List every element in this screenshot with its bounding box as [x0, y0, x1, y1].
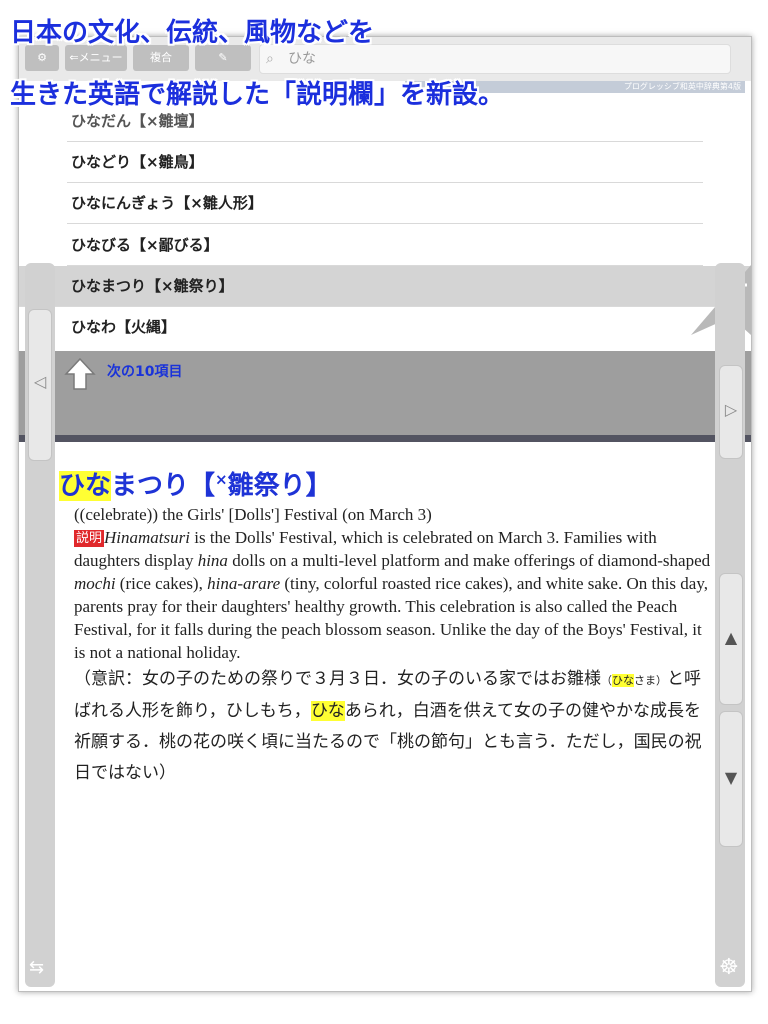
translation-text: （意訳：女の子のための祭りで３月３日．女の子のいる家ではお雛様 [74, 669, 601, 689]
triangle-up-icon: ▲ [724, 628, 738, 647]
scroll-up-button[interactable]: ▲ [719, 573, 743, 705]
list-item[interactable]: ひなにんぎょう【×雛人形】 [67, 183, 703, 224]
arrow-up-icon [64, 357, 96, 390]
headword-cross: × [215, 470, 228, 489]
reading-highlight: ひな [612, 674, 634, 687]
list-item[interactable]: ひなびる【×鄙びる】 [67, 225, 703, 266]
exp-term: hina-arare [207, 574, 281, 593]
list-item[interactable]: ひなわ【火縄】 [67, 307, 703, 348]
headword-kanji: 雛祭り】 [227, 471, 332, 501]
entry-translation: （意訳：女の子のための祭りで３月３日．女の子のいる家ではお雛様（ひなさま）と呼ば… [74, 664, 714, 789]
list-item-selected[interactable]: ひなまつり【×雛祭り】 [19, 266, 751, 307]
exp-text: (rice cakes), [115, 574, 208, 593]
entry-headword: ひなまつり【×雛祭り】 [59, 465, 332, 502]
promo-caption-line1: 日本の文化、伝統、風物などを [10, 18, 375, 48]
reading-note: さま） [634, 674, 667, 687]
translation-highlight: ひな [310, 701, 345, 721]
headword-text: まつり【 [111, 471, 216, 501]
app-window: ⚙ ⇐メニュー 複合 ✎ ⌕ ひな プログレッシブ和英中辞典第4版 ひなだん【×… [18, 36, 752, 992]
exp-term: mochi [74, 574, 116, 593]
chevron-left-icon: ◁ [33, 372, 47, 391]
gear-icon: ⚙ [37, 51, 47, 64]
list-item[interactable]: ひなどり【×雛鳥】 [67, 142, 703, 183]
next-page-button[interactable]: ▷ [719, 365, 743, 459]
entry-body: ((celebrate)) the Girls' [Dolls'] Festiv… [74, 503, 714, 789]
chevron-right-icon: ▷ [724, 400, 738, 419]
pen-icon: ✎ [218, 51, 228, 64]
promo-caption-line2: 生きた英語で解説した「説明欄」を新設。 [10, 80, 505, 110]
reading-note: （ [601, 674, 612, 687]
headword-highlight: ひな [59, 471, 112, 501]
previous-page-button[interactable]: ◁ [28, 309, 52, 461]
entry-explanation: 説明 Hinamatsuri is the Dolls' Festival, wh… [74, 526, 714, 664]
scroll-down-button[interactable]: ▼ [719, 711, 743, 847]
exp-term: Hinamatsuri [104, 528, 190, 547]
left-side-bar: ◁ [25, 263, 55, 987]
search-icon: ⌕ [266, 51, 274, 67]
entry-sense: ((celebrate)) the Girls' [Dolls'] Festiv… [74, 505, 432, 524]
exp-text: dolls on a multi-level platform and make… [227, 551, 711, 570]
next-items-button[interactable]: 次の10項目 [19, 351, 751, 435]
explanation-badge: 説明 [74, 530, 105, 547]
search-query: ひな [288, 51, 316, 67]
triangle-down-icon: ▼ [724, 768, 738, 787]
next-items-label: 次の10項目 [107, 364, 183, 380]
exp-term: hina [197, 551, 228, 570]
right-side-bar: ▷ ▲ ▼ [715, 263, 745, 987]
helm-icon[interactable]: ☸ [719, 955, 739, 980]
swap-arrows-icon[interactable]: ⇆ [29, 957, 44, 978]
pane-divider [19, 435, 751, 442]
